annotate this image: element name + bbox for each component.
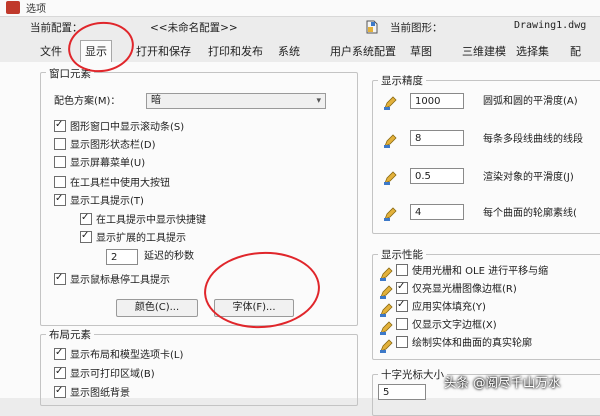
option-layout-model-tabs[interactable]: 显示布局和模型选项卡(L) [54, 345, 184, 364]
tab-user-preferences[interactable]: 用户系统配置 [326, 42, 400, 61]
checkbox[interactable] [80, 228, 92, 244]
pen-icon [380, 339, 393, 353]
checkbox[interactable] [54, 364, 66, 380]
option-paper-background[interactable]: 显示图纸背景 [54, 383, 130, 402]
checkbox[interactable] [396, 318, 408, 330]
tab-selection[interactable]: 选择集 [512, 42, 553, 61]
option-label: 显示鼠标悬停工具提示 [70, 275, 170, 286]
option-label: 在工具提示中显示快捷键 [96, 215, 206, 226]
display-performance-title: 显示性能 [378, 247, 426, 262]
option-apply-solid-fill[interactable]: 应用实体填充(Y) [396, 297, 486, 316]
option-label: 绘制实体和曲面的真实轮廓 [412, 338, 532, 349]
pen-icon [380, 321, 393, 335]
checkbox[interactable] [54, 383, 66, 399]
option-large-buttons[interactable]: 在工具栏中使用大按钮 [54, 176, 170, 192]
current-profile-value: <<未命名配置>> [150, 22, 238, 34]
option-printable-area[interactable]: 显示可打印区域(B) [54, 364, 155, 383]
delay-seconds-input[interactable]: 2 [106, 249, 138, 265]
arc-smoothness-label: 圆弧和圆的平滑度(A) [483, 96, 578, 107]
current-drawing-label: 当前图形： [390, 22, 443, 34]
delay-seconds-label: 延迟的秒数 [144, 251, 194, 262]
option-label: 显示图形状态栏(D) [70, 140, 156, 151]
pen-icon [384, 96, 397, 110]
contour-lines-input[interactable]: 4 [410, 204, 464, 220]
tab-plot-publish[interactable]: 打印和发布 [204, 42, 267, 61]
option-raster-ole-pan-zoom[interactable]: 使用光栅和 OLE 进行平移与缩 [396, 264, 548, 280]
current-drawing-value: Drawing1.dwg [514, 20, 587, 31]
checkbox[interactable] [396, 336, 408, 348]
tab-3d-modeling[interactable]: 三维建模 [458, 42, 510, 61]
option-status-bar[interactable]: 显示图形状态栏(D) [54, 138, 156, 154]
checkbox[interactable] [54, 345, 66, 361]
tab-system[interactable]: 系统 [274, 42, 304, 61]
checkbox[interactable] [396, 279, 408, 295]
option-shortcut-keys[interactable]: 在工具提示中显示快捷键 [80, 210, 206, 229]
pen-icon [380, 285, 393, 299]
render-smoothness-label: 渲染对象的平滑度(J) [483, 172, 574, 183]
option-extended-tooltips[interactable]: 显示扩展的工具提示 [80, 228, 186, 247]
option-text-boundary-only[interactable]: 仅显示文字边框(X) [396, 318, 497, 334]
color-scheme-select[interactable]: 暗 ▾ [146, 93, 326, 109]
pen-icon [384, 134, 397, 148]
pen-icon [384, 207, 397, 221]
pen-icon [384, 171, 397, 185]
checkbox[interactable] [54, 138, 66, 150]
option-rollover-tooltips[interactable]: 显示鼠标悬停工具提示 [54, 270, 170, 289]
option-label: 在工具栏中使用大按钮 [70, 178, 170, 189]
checkbox[interactable] [54, 191, 66, 207]
polyline-segments-label: 每条多段线曲线的线段 [483, 134, 583, 145]
option-true-silhouettes[interactable]: 绘制实体和曲面的真实轮廓 [396, 336, 532, 352]
tab-drafting[interactable]: 草图 [406, 42, 436, 61]
render-smoothness-input[interactable]: 0.5 [410, 168, 464, 184]
title-bar: 选项 [0, 0, 600, 17]
tab-files[interactable]: 文件 [36, 42, 66, 61]
watermark: 头条 @阅尽千山万水 [444, 375, 561, 390]
tab-profiles[interactable]: 配 [566, 42, 585, 61]
option-label: 应用实体填充(Y) [412, 302, 486, 313]
option-label: 显示布局和模型选项卡(L) [70, 350, 184, 361]
option-screen-menu[interactable]: 显示屏幕菜单(U) [54, 156, 145, 172]
contour-lines-label: 每个曲面的轮廓素线( [483, 208, 577, 219]
drawing-file-icon [366, 20, 378, 34]
layout-elements-title: 布局元素 [46, 327, 94, 342]
checkbox[interactable] [396, 297, 408, 313]
app-icon [6, 1, 20, 14]
checkbox[interactable] [80, 210, 92, 226]
checkbox[interactable] [54, 270, 66, 286]
tab-content-display: 窗口元素 配色方案(M)： 暗 ▾ 图形窗口中显示滚动条(S) 显示图形状态栏(… [0, 62, 600, 416]
color-scheme-label: 配色方案(M)： [54, 96, 121, 107]
option-scrollbars[interactable]: 图形窗口中显示滚动条(S) [54, 117, 185, 136]
option-label: 使用光栅和 OLE 进行平移与缩 [412, 266, 549, 277]
option-label: 显示可打印区域(B) [70, 369, 155, 380]
crosshair-size-title: 十字光标大小 [378, 367, 447, 382]
checkbox[interactable] [54, 117, 66, 133]
option-label: 仅显示文字边框(X) [412, 320, 497, 331]
pen-icon [380, 303, 393, 317]
option-label: 显示图纸背景 [70, 388, 130, 399]
display-resolution-title: 显示精度 [378, 73, 426, 88]
option-label: 仅亮显光栅图像边框(R) [412, 284, 517, 295]
checkbox[interactable] [54, 156, 66, 168]
polyline-segments-input[interactable]: 8 [410, 130, 464, 146]
option-show-tooltips[interactable]: 显示工具提示(T) [54, 191, 144, 210]
checkbox[interactable] [396, 264, 408, 276]
option-label: 图形窗口中显示滚动条(S) [70, 122, 185, 133]
arc-smoothness-input[interactable]: 1000 [410, 93, 464, 109]
option-label: 显示扩展的工具提示 [96, 233, 186, 244]
option-highlight-raster-frame[interactable]: 仅亮显光栅图像边框(R) [396, 279, 517, 298]
window-title: 选项 [26, 4, 46, 15]
color-scheme-value: 暗 [151, 95, 161, 106]
pen-icon [380, 267, 393, 281]
chevron-down-icon: ▾ [316, 96, 321, 106]
option-label: 显示屏幕菜单(U) [70, 158, 146, 169]
checkbox[interactable] [54, 176, 66, 188]
tab-open-save[interactable]: 打开和保存 [132, 42, 195, 61]
option-label: 显示工具提示(T) [70, 196, 144, 207]
colors-button[interactable]: 颜色(C)... [116, 299, 198, 317]
